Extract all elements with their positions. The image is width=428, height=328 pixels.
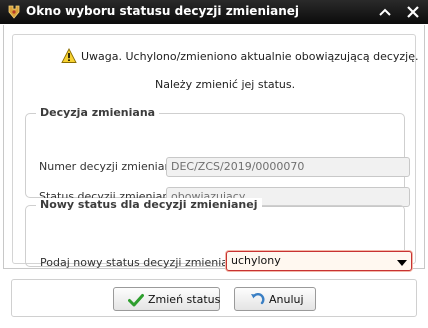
new-status-label: Podaj nowy status decyzji zmienianej: [40,256,249,269]
new-status-group: Nowy status dla decyzji zmienianej Podaj… [25,198,412,271]
info-text: Należy zmienić jej status. [155,78,296,91]
chevron-up-icon[interactable] [377,4,393,20]
undo-arrow-icon [249,292,265,308]
changed-decision-group-title: Decyzja zmieniana [36,106,160,119]
changed-decision-group: Decyzja zmieniana Numer decyzji zmienian… [25,106,410,207]
title-bar[interactable]: Okno wyboru statusu decyzji zmienianej [0,0,428,24]
cancel-label: Anuluj [269,293,304,306]
warning-icon [61,48,77,64]
decision-number-field: DEC/ZCS/2019/0000070 [166,157,410,177]
close-icon[interactable] [405,4,421,20]
change-status-label: Zmień status [148,293,221,306]
cancel-button[interactable]: Anuluj [234,287,316,311]
new-status-selected-value: uchylony [231,254,281,267]
checkmark-icon [128,292,144,308]
decision-number-label: Numer decyzji zmienianej: [39,160,185,173]
dialog-content: Uwaga. Uchylono/zmieniono aktualnie obow… [3,25,425,271]
window-title: Okno wyboru statusu decyzji zmienianej [26,4,299,18]
dialog-window: Okno wyboru statusu decyzji zmienianej U… [0,0,428,328]
button-bar: Zmień status Anuluj [11,279,417,317]
warning-text: Uwaga. Uchylono/zmieniono aktualnie obow… [81,50,419,63]
app-logo-icon [6,4,22,20]
new-status-group-title: Nowy status dla decyzji zmienianej [36,198,262,211]
change-status-button[interactable]: Zmień status [113,287,220,311]
form-panel: Uwaga. Uchylono/zmieniono aktualnie obow… [12,34,419,271]
new-status-select[interactable]: uchylony [226,251,412,271]
dropdown-arrow-icon[interactable] [397,257,407,266]
